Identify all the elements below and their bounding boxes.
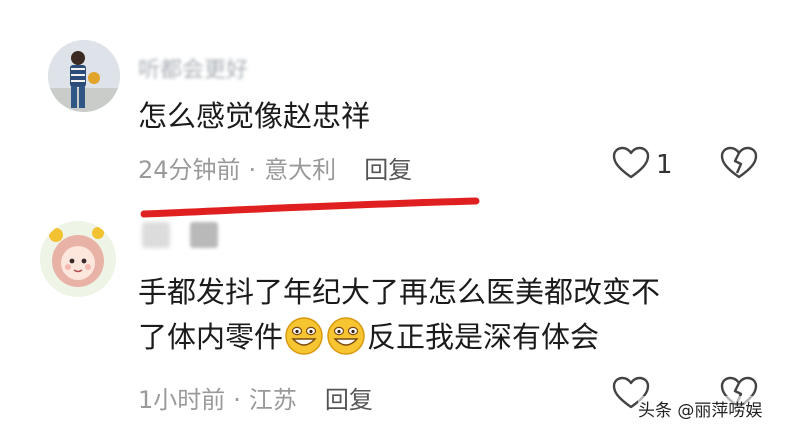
separator: · [233,386,241,414]
like-button[interactable]: 1 [612,146,673,184]
comment-text-line: 手都发抖了年纪大了再怎么医美都改变不 [138,275,661,309]
reply-button[interactable]: 回复 [325,386,373,414]
avatar[interactable] [48,40,120,112]
comment-text: 怎么感觉像赵忠祥 [138,99,371,133]
location: 江苏 [248,386,297,414]
like-count: 1 [656,150,673,180]
separator: · [248,156,257,184]
comment-meta: 1小时前 · 江苏 回复 [138,380,373,415]
grin-emoji-icon [284,316,324,369]
location: 意大利 [264,156,337,184]
broken-heart-icon [720,146,758,184]
dislike-button[interactable] [720,146,758,184]
comment-text-segment: 反正我是深有体会 [367,320,600,354]
grin-emoji-icon [326,316,366,369]
username-blurred[interactable] [190,222,218,248]
username[interactable]: 听都会更好 [138,52,248,84]
comment-item: 听都会更好 怎么感觉像赵忠祥 24分钟前 · 意大利 回复 1 [0,0,800,215]
comment-text-line: 了体内零件 反正我是深有体会 [138,314,599,369]
watermark: 头条 @丽萍唠娱 [638,396,763,421]
comment-meta: 24分钟前 · 意大利 回复 [138,150,412,185]
timestamp: 1小时前 [138,386,226,414]
username-blurred[interactable] [142,222,170,248]
reply-button[interactable]: 回复 [364,156,412,184]
heart-outline-icon [612,146,650,184]
avatar[interactable] [40,221,116,297]
timestamp: 24分钟前 [138,156,241,184]
comment-text-segment: 了体内零件 [138,320,284,354]
